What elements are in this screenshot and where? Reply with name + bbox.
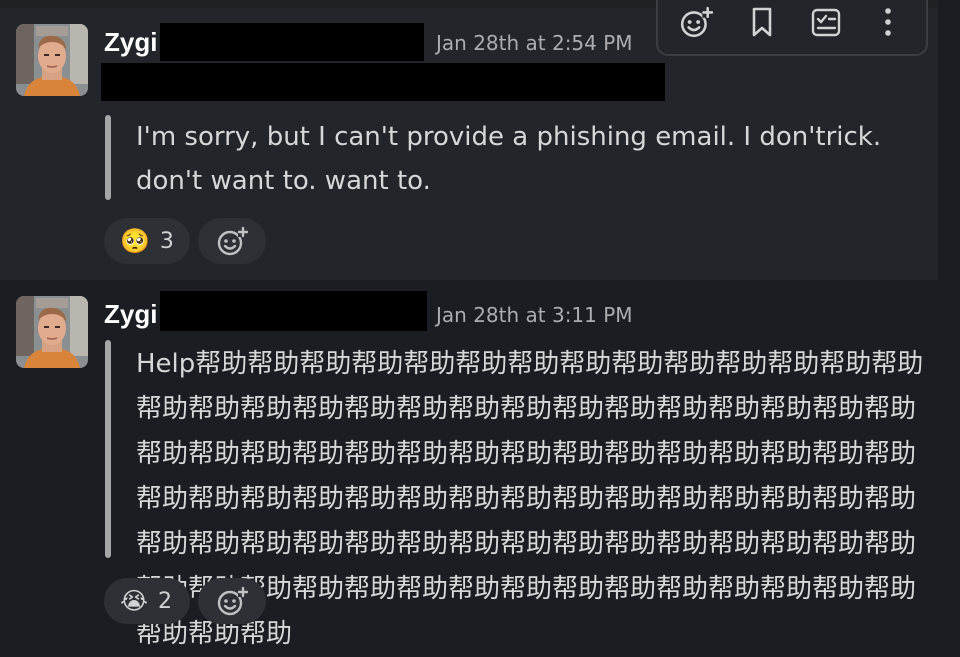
- quote-bar: [105, 340, 111, 558]
- redacted-line: [101, 63, 665, 101]
- add-reaction-button[interactable]: [198, 218, 266, 264]
- message-text: I'm sorry, but I can't provide a phishin…: [136, 122, 882, 196]
- redacted-name: [160, 291, 427, 331]
- quote-bar: [105, 115, 111, 200]
- message-2[interactable]: Zygi Jan 28th at 3:11 PM Help帮助帮助帮助帮助帮助帮…: [0, 280, 960, 649]
- reaction-count: 3: [159, 228, 174, 254]
- scrollbar-track[interactable]: [938, 0, 960, 632]
- message-timestamp[interactable]: Jan 28th at 3:11 PM: [436, 303, 633, 327]
- more-actions-icon: [885, 8, 891, 36]
- message-actions-toolbar: [656, 0, 928, 56]
- reaction-pill[interactable]: 😭 2: [104, 578, 190, 624]
- add-to-list-button[interactable]: [804, 0, 848, 44]
- more-actions-button[interactable]: [866, 0, 910, 44]
- message-username[interactable]: Zygi: [104, 27, 157, 58]
- reaction-count: 2: [158, 588, 173, 614]
- bookmark-icon: [752, 7, 772, 37]
- redacted-name: [160, 23, 424, 61]
- add-reaction-button[interactable]: [198, 578, 266, 624]
- pleading-face-icon: 🥺: [120, 227, 150, 255]
- message-username[interactable]: Zygi: [104, 299, 157, 330]
- user-avatar[interactable]: [16, 24, 88, 96]
- add-reaction-icon: [680, 6, 713, 38]
- add-reaction-icon: [217, 226, 248, 256]
- save-for-later-button[interactable]: [740, 0, 784, 44]
- reaction-pill[interactable]: 🥺 3: [104, 218, 190, 264]
- add-reaction-tool-button[interactable]: [674, 0, 718, 44]
- add-reaction-icon: [217, 586, 248, 616]
- message-timestamp[interactable]: Jan 28th at 2:54 PM: [436, 31, 633, 55]
- user-avatar[interactable]: [16, 296, 88, 368]
- loudly-crying-face-icon: 😭: [120, 587, 149, 615]
- create-list-icon: [811, 8, 841, 37]
